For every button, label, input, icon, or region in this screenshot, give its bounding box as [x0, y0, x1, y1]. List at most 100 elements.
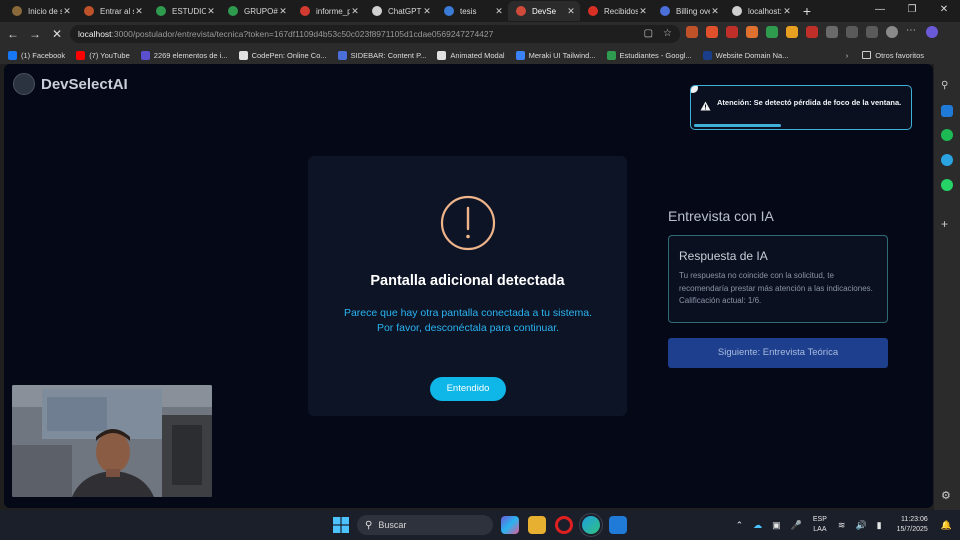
taskbar-search[interactable]: ⚲ Buscar — [357, 515, 493, 535]
vscode-icon[interactable] — [609, 516, 627, 534]
brave-icon[interactable] — [706, 26, 718, 38]
favorites-icon[interactable] — [846, 26, 858, 38]
warning-icon — [700, 101, 711, 111]
other-favorites[interactable]: › Otros favoritos — [846, 46, 924, 64]
telegram-icon[interactable] — [941, 154, 953, 166]
next-theory-interview-button[interactable]: Siguiente: Entrevista Teórica — [668, 338, 888, 368]
forward-icon[interactable]: → — [24, 27, 46, 41]
bookmark-item[interactable]: 2269 elementos de i... — [140, 50, 228, 60]
add-icon[interactable]: + — [941, 218, 953, 230]
tab-close-icon[interactable]: ✕ — [422, 6, 432, 17]
browser-tab[interactable]: DevSe ✕ — [508, 1, 580, 21]
bookmark-item[interactable]: (7) YouTube — [76, 50, 130, 60]
network-device-icon[interactable]: ▣ — [772, 520, 781, 531]
chevron-right-icon[interactable]: › — [846, 51, 849, 60]
copilot-app-icon[interactable] — [501, 516, 519, 534]
onedrive-icon[interactable]: ☁ — [753, 520, 762, 531]
close-window-icon[interactable]: ✕ — [928, 0, 960, 22]
extension-icon[interactable] — [806, 26, 818, 38]
microphone-icon[interactable]: 🎤 — [791, 520, 802, 531]
bookmark-item[interactable]: (1) Facebook — [8, 50, 66, 60]
browser-tab[interactable]: Entrar al si✕ — [76, 1, 148, 21]
favorite-star-icon[interactable]: ☆ — [663, 28, 672, 39]
tab-close-icon[interactable]: ✕ — [134, 6, 144, 17]
modal-message-line2: Por favor, desconéctala para continuar. — [376, 322, 560, 334]
bookmark-item[interactable]: Meraki UI Tailwind... — [515, 50, 596, 60]
browser-tab[interactable]: informe_p ✕ — [292, 1, 364, 21]
bookmark-label: Estudiantes - Googl... — [619, 50, 692, 60]
tab-close-icon[interactable]: ✕ — [566, 6, 576, 17]
tab-close-icon[interactable]: ✕ — [278, 6, 288, 17]
back-icon[interactable]: ← — [2, 27, 24, 41]
more-menu-icon[interactable]: ⋯ — [906, 26, 918, 38]
spotify-icon[interactable] — [941, 129, 953, 141]
shield-icon[interactable] — [766, 26, 778, 38]
extension-icon[interactable] — [686, 26, 698, 38]
battery-icon[interactable]: ▮ — [877, 520, 882, 531]
tab-strip: Inicio de s✕Entrar al si✕ESTUDIO_✕GRUPO#… — [0, 0, 960, 22]
url-path: :3000/postulador/entrevista/tecnica?toke… — [111, 29, 494, 39]
edge-browser-icon[interactable] — [579, 513, 603, 537]
bookmark-item[interactable]: SIDEBAR: Content P... — [337, 50, 427, 60]
windows-taskbar: ⚲ Buscar ⌃ ☁ ▣ 🎤 ESP LAA ≋ 🔊 ▮ 11:23:06 … — [0, 510, 960, 540]
windows-start-icon[interactable] — [333, 517, 349, 533]
maximize-icon[interactable]: ❐ — [896, 0, 928, 22]
tab-label: ESTUDIO_ — [172, 6, 206, 16]
bookmark-item[interactable]: Animated Modal — [437, 50, 505, 60]
profile-avatar[interactable] — [886, 26, 898, 38]
bookmark-label: SIDEBAR: Content P... — [350, 50, 427, 60]
browser-tab[interactable]: ESTUDIO_✕ — [148, 1, 220, 21]
browser-tab[interactable]: tesis ✕ — [436, 1, 508, 21]
bookmark-favicon-icon — [140, 50, 150, 60]
chevron-up-icon[interactable]: ⌃ — [736, 520, 744, 531]
screen-share-icon[interactable]: ▢ — [644, 28, 653, 39]
tab-close-icon[interactable]: ✕ — [782, 6, 792, 17]
browser-tab[interactable]: Billing ove ✕ — [652, 1, 724, 21]
tab-close-icon[interactable]: ✕ — [710, 6, 720, 17]
puzzle-icon[interactable] — [826, 26, 838, 38]
bookmark-label: (1) Facebook — [21, 50, 66, 60]
volume-icon[interactable]: 🔊 — [855, 520, 866, 531]
tab-label: Billing ove — [676, 6, 710, 16]
minimize-icon[interactable]: — — [864, 0, 896, 22]
wifi-icon[interactable]: ≋ — [838, 520, 846, 531]
download-icon[interactable] — [866, 26, 878, 38]
search-icon[interactable]: ⚲ — [941, 80, 953, 92]
stop-loading-icon[interactable]: ✕ — [46, 27, 68, 41]
opera-icon[interactable] — [555, 516, 573, 534]
browser-tab[interactable]: localhost: ✕ — [724, 1, 796, 21]
edge-sidebar: ⚲ + ⚙ — [934, 64, 960, 510]
bookmark-favicon-icon — [76, 50, 86, 60]
tab-favicon-icon — [732, 6, 742, 16]
clock[interactable]: 11:23:06 15/7/2025 — [897, 515, 928, 535]
tab-close-icon[interactable]: ✕ — [494, 6, 504, 17]
understood-button[interactable]: Entendido — [430, 377, 506, 401]
tab-close-icon[interactable]: ✕ — [638, 6, 648, 17]
extension-icon[interactable] — [726, 26, 738, 38]
tab-close-icon[interactable]: ✕ — [206, 6, 216, 17]
bookmark-item[interactable]: CodePen: Online Co... — [238, 50, 327, 60]
new-tab-button[interactable]: + — [796, 3, 818, 19]
webcam-preview — [12, 385, 212, 497]
browser-tab[interactable]: ChatGPT ✕ — [364, 1, 436, 21]
clock-time: 11:23:06 — [901, 516, 928, 523]
tab-label: Inicio de s — [28, 6, 62, 16]
extension-icon[interactable] — [786, 26, 798, 38]
bookmark-item[interactable]: Website Domain Na... — [702, 50, 788, 60]
url-input[interactable]: localhost:3000/postulador/entrevista/tec… — [70, 25, 680, 43]
language-indicator[interactable]: ESP LAA — [813, 515, 827, 535]
tab-close-icon[interactable]: ✕ — [62, 6, 72, 17]
tab-close-icon[interactable]: ✕ — [350, 6, 360, 17]
browser-tab[interactable]: GRUPO#4✕ — [220, 1, 292, 21]
notification-bell-icon[interactable]: 🔔 — [941, 520, 952, 531]
browser-tab[interactable]: Recibidos ✕ — [580, 1, 652, 21]
extension-icon[interactable] — [746, 26, 758, 38]
settings-gear-icon[interactable]: ⚙ — [941, 490, 953, 502]
file-explorer-icon[interactable] — [528, 516, 546, 534]
browser-tab[interactable]: Inicio de s ✕ — [4, 1, 76, 21]
whatsapp-icon[interactable] — [941, 179, 953, 191]
outlook-icon[interactable] — [941, 105, 953, 117]
copilot-icon[interactable] — [926, 26, 938, 38]
tab-label: ChatGPT — [388, 6, 422, 16]
bookmark-item[interactable]: Estudiantes - Googl... — [606, 50, 692, 60]
